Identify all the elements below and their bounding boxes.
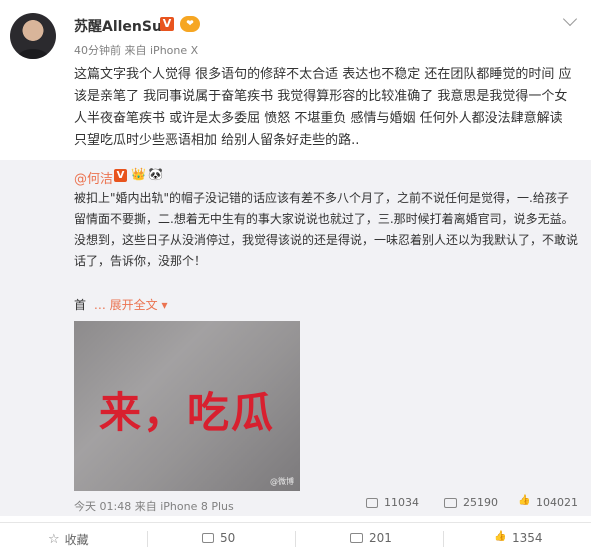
repost-verified-icon: V [114, 169, 127, 182]
like-count: 104021 [536, 496, 578, 509]
repost-image[interactable]: 来，吃瓜 @微博 [74, 321, 300, 491]
repost-device[interactable]: iPhone 8 Plus [160, 500, 234, 513]
share-label: 50 [220, 531, 236, 545]
comment-label: 201 [369, 531, 392, 545]
comment-icon [444, 497, 457, 508]
share-icon [366, 497, 378, 508]
author-name[interactable]: 苏醒AllenSu [74, 16, 162, 36]
comment-button[interactable]: 201 [350, 531, 392, 545]
repost-more: 首 … 展开全文 ▾ [74, 296, 168, 313]
share-count: 11034 [384, 496, 419, 509]
post-device[interactable]: iPhone X [150, 44, 198, 57]
repost-like-count[interactable]: 104021 [518, 495, 578, 509]
comment-icon [350, 533, 363, 543]
post-meta: 40分钟前 来自 iPhone X [74, 42, 198, 58]
like-icon [494, 531, 506, 544]
repost-text: 被扣上"婚内出轨"的帽子没记错的话应该有差不多八个月了，之前不说任何是觉得，一.… [74, 191, 579, 268]
share-button[interactable]: 50 [202, 531, 235, 545]
expand-link[interactable]: … 展开全文 ▾ [94, 298, 168, 312]
comment-count: 25190 [463, 496, 498, 509]
repost-share-count[interactable]: 11034 [366, 496, 419, 509]
favorite-label: 收藏 [64, 533, 89, 547]
like-icon [518, 495, 530, 508]
favorite-button[interactable]: ☆ 收藏 [48, 531, 89, 548]
avatar[interactable] [10, 13, 56, 59]
vip-icon: 👑 [131, 167, 146, 181]
panda-icon: 🐼 [148, 167, 163, 181]
repost-author[interactable]: @何洁 [74, 168, 113, 187]
like-label: 1354 [512, 531, 543, 545]
repost-time[interactable]: 今天 01:48 [74, 500, 131, 513]
share-icon [202, 533, 214, 543]
verified-icon: V [160, 17, 174, 31]
repost-meta: 今天 01:48 来自 iPhone 8 Plus [74, 498, 234, 514]
divider [443, 531, 444, 547]
action-bar: ☆ 收藏 50 201 1354 [0, 522, 591, 554]
source-prefix: 来自 [124, 44, 147, 57]
post-text: 这篇文字我个人觉得 很多语句的修辞不太合适 表达也不稳定 还在团队都睡觉的时间 … [74, 67, 572, 148]
divider [147, 531, 148, 547]
divider [295, 531, 296, 547]
image-caption: 来，吃瓜 [98, 388, 275, 437]
more-prefix: 首 [74, 298, 87, 312]
like-button[interactable]: 1354 [494, 531, 543, 546]
star-icon: ☆ [48, 532, 60, 547]
vip-badge-icon: ❤ [180, 16, 200, 32]
repost-comment-count[interactable]: 25190 [444, 496, 498, 509]
repost-source-prefix: 来自 [134, 500, 157, 513]
image-watermark: @微博 [270, 477, 294, 486]
chevron-down-icon[interactable] [562, 11, 578, 27]
post-time[interactable]: 40分钟前 [74, 44, 121, 57]
